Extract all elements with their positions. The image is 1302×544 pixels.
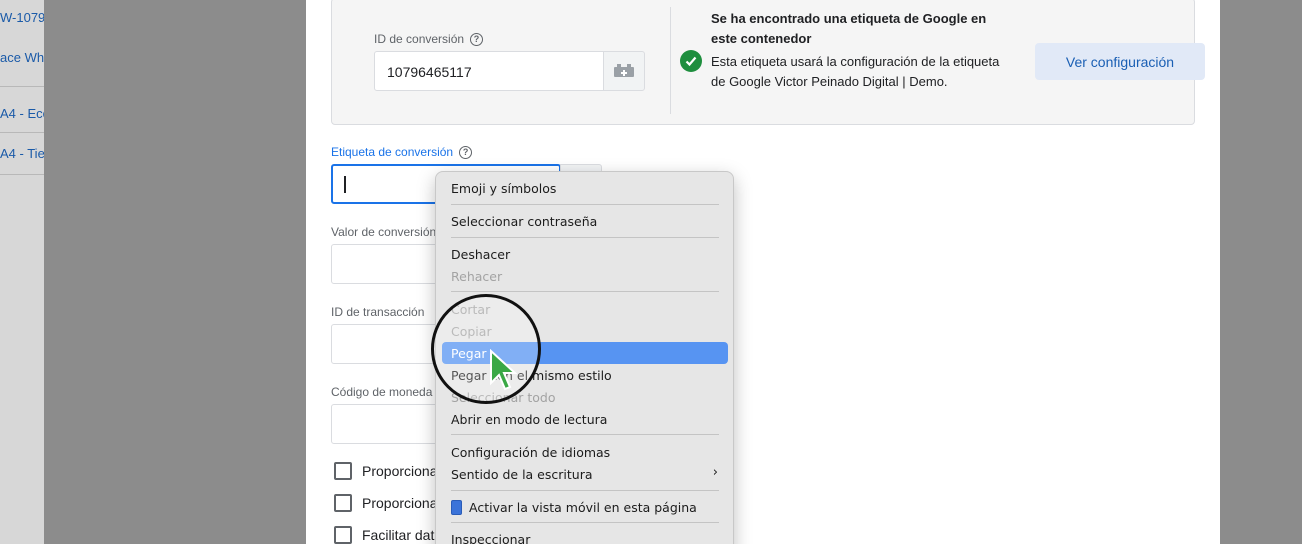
text-caret xyxy=(344,176,346,193)
menu-item-label: Activar la vista móvil en esta página xyxy=(469,499,697,515)
checkbox[interactable] xyxy=(334,494,352,512)
menu-separator xyxy=(451,291,719,292)
menu-item-emoji[interactable]: Emoji y símbolos xyxy=(442,177,728,199)
menu-separator xyxy=(451,237,719,238)
checkbox-row[interactable]: Proporciona xyxy=(334,494,438,512)
checkbox[interactable] xyxy=(334,526,352,544)
menu-item-select-password[interactable]: Seleccionar contraseña xyxy=(442,210,728,232)
conversion-id-label-text: ID de conversión xyxy=(374,32,465,46)
conversion-id-label: ID de conversión ? xyxy=(374,32,484,46)
menu-item-inspect[interactable]: Inspeccionar xyxy=(442,528,728,544)
background-list-panel xyxy=(0,0,44,544)
checkbox-label: Facilitar dat xyxy=(362,527,435,543)
transaction-id-label: ID de transacción xyxy=(331,305,425,319)
menu-separator xyxy=(451,204,719,205)
background-overlay-right xyxy=(1220,0,1302,544)
divider xyxy=(0,132,44,133)
menu-item-reader-mode[interactable]: Abrir en modo de lectura xyxy=(442,408,728,430)
checkbox-label: Proporciona xyxy=(362,463,438,479)
left-list-item[interactable]: A4 - Eco xyxy=(0,106,44,121)
menu-item-redo[interactable]: Rehacer xyxy=(442,265,728,287)
mouse-pointer-icon xyxy=(490,349,517,391)
menu-item-language-settings[interactable]: Configuración de idiomas xyxy=(442,441,728,463)
divider xyxy=(0,86,44,87)
chevron-right-icon: › xyxy=(712,465,718,480)
cursor-highlight-ring xyxy=(431,294,541,404)
conversion-label-label: Etiqueta de conversión ? xyxy=(331,145,473,159)
checkbox[interactable] xyxy=(334,462,352,480)
menu-separator xyxy=(451,522,719,523)
menu-separator xyxy=(451,434,719,435)
info-title: Se ha encontrado una etiqueta de Google … xyxy=(711,11,987,46)
divider xyxy=(0,174,44,175)
help-icon[interactable]: ? xyxy=(470,32,484,46)
left-list-item[interactable]: A4 - Tien xyxy=(0,146,44,161)
help-icon[interactable]: ? xyxy=(459,145,473,159)
checkbox-row[interactable]: Facilitar dat xyxy=(334,526,434,544)
divider xyxy=(670,7,671,114)
variable-picker-button[interactable] xyxy=(603,51,645,91)
menu-item-label: Sentido de la escritura xyxy=(451,466,593,482)
checkbox-row[interactable]: Proporciona xyxy=(334,462,438,480)
background-overlay xyxy=(44,0,306,544)
menu-item-undo[interactable]: Deshacer xyxy=(442,243,728,265)
conversion-label-label-text: Etiqueta de conversión xyxy=(331,145,454,159)
view-configuration-button[interactable]: Ver configuración xyxy=(1035,43,1205,80)
menu-item-writing-direction[interactable]: Sentido de la escritura › xyxy=(442,463,728,485)
check-circle-icon xyxy=(680,50,702,72)
conversion-id-input[interactable]: 10796465117 xyxy=(374,51,604,91)
info-description: Esta etiqueta usará la configuración de … xyxy=(711,54,1000,89)
checkbox-label: Proporciona xyxy=(362,495,438,511)
menu-item-mobile-view[interactable]: Activar la vista móvil en esta página xyxy=(442,496,728,518)
left-list-item[interactable]: ace Wh xyxy=(0,50,44,65)
conversion-value-label: Valor de conversión xyxy=(331,225,437,239)
phone-icon xyxy=(451,499,462,515)
menu-separator xyxy=(451,490,719,491)
conversion-info-box: ID de conversión ? 10796465117 Se ha enc… xyxy=(331,0,1205,125)
variable-icon xyxy=(614,64,634,77)
currency-code-label: Código de moneda xyxy=(331,385,433,399)
left-list-item[interactable]: W-1079 xyxy=(0,10,44,25)
